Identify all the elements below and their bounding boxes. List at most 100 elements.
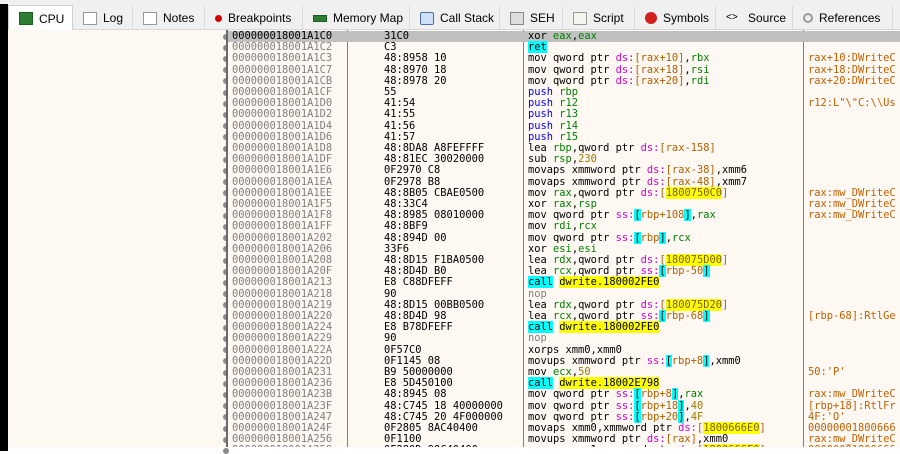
instruction-token: rdx: [553, 254, 572, 266]
instruction-token: esi: [578, 242, 597, 255]
instruction-token: xor: [528, 198, 554, 210]
tab-label: Log: [103, 11, 124, 25]
instruction-token: 40: [690, 399, 704, 412]
instruction-token: push: [528, 130, 560, 143]
breakpoint-dot-icon[interactable]: [223, 447, 229, 454]
comment-cell: rax:mw_DWriteC: [808, 187, 896, 199]
instruction-token: nop: [528, 287, 547, 300]
seh-chain-icon: [510, 11, 524, 25]
tab-breakpoints[interactable]: Breakpoints: [205, 6, 303, 30]
tab-symbols[interactable]: Symbols: [635, 6, 716, 30]
instruction-token: eax: [553, 30, 572, 42]
instruction-token: ,xmm6: [715, 164, 747, 177]
tab-label: Call Stack: [440, 11, 495, 25]
instruction-token: ,qword ptr: [571, 310, 641, 322]
instruction-token: ds:: [640, 142, 660, 154]
comment-cell: rax+18:DWriteC: [808, 64, 896, 76]
instruction-token: mov: [528, 186, 554, 199]
tab-cpu[interactable]: CPU: [8, 5, 73, 31]
instruction-token: ss:: [615, 399, 635, 412]
instruction-token: dwrite.180002FE0: [559, 276, 660, 289]
tab-references[interactable]: References: [793, 6, 893, 30]
notes-icon: [143, 11, 157, 25]
call-stack-icon: [420, 11, 434, 25]
instruction-token: lea: [528, 310, 554, 322]
instruction-token: [rax+18]: [634, 63, 685, 76]
instruction-token: movups xmmword ptr: [528, 354, 647, 367]
bytes-cell: 41:55: [384, 108, 416, 121]
memory-map-icon: [313, 14, 327, 22]
tab-label: CPU: [39, 11, 65, 26]
symbols-icon: [645, 12, 657, 24]
tab-seh[interactable]: SEH: [500, 6, 563, 30]
instruction-token: ]: [759, 422, 766, 434]
instruction-token: mov qword ptr: [528, 52, 616, 65]
comment-cell: rax:mw_DWriteC: [808, 434, 896, 446]
comment-cell: rax+20:DWriteC: [808, 75, 896, 87]
instruction-token: rsp: [578, 198, 597, 210]
tab-label: References: [819, 11, 881, 25]
instruction-token: xorps xmm0,xmm0: [528, 343, 622, 356]
comment-cell: rax:mw_DWriteC: [808, 210, 896, 222]
instruction-token: ds:: [646, 433, 666, 446]
instruction-token: xor: [528, 30, 554, 42]
instruction-token: r15: [559, 130, 579, 143]
tab-call-stack[interactable]: Call Stack: [410, 6, 500, 30]
instruction-token: movaps xmmword ptr: [528, 175, 647, 188]
instruction-token: mov qword ptr: [528, 209, 616, 222]
tab-label: Notes: [163, 11, 195, 25]
instruction-token: rbp: [640, 231, 660, 244]
address-cell: 000000018001A23B: [232, 388, 333, 401]
script-icon: [573, 11, 587, 25]
instruction-token: ss:: [615, 388, 635, 401]
instruction-token: rax: [696, 209, 716, 222]
instruction-token: ds:: [640, 254, 660, 266]
source-code-icon: <>: [726, 11, 738, 23]
instruction-token: movaps xmm0,xmmword ptr: [528, 422, 679, 434]
bytes-cell: 48:8945 08: [384, 388, 447, 401]
instruction-token: 180075D00: [665, 254, 722, 266]
instruction-token: ]: [722, 298, 729, 311]
instruction-row[interactable]: 000000018001A213 E8 C88DFEFF call dwrite.1…: [228, 276, 900, 289]
instruction-token: rcx: [578, 220, 597, 233]
tab-memory-map[interactable]: Memory Map: [303, 6, 410, 30]
tab-notes[interactable]: Notes: [133, 6, 205, 30]
instruction-token: push: [528, 119, 560, 132]
instruction-token: ds:: [615, 74, 635, 87]
instruction-token: movaps xmmword ptr: [528, 164, 647, 177]
comment-cell: 4F:'O': [808, 411, 846, 423]
instruction-token: ds:: [640, 298, 660, 311]
instruction-token: r14: [559, 119, 579, 132]
tab-script[interactable]: Script: [563, 6, 635, 30]
disassembly-view[interactable]: 000000018001A1C0 31C0 xor eax,eax 000000018…: [226, 30, 900, 447]
comment-cell: rax+10:DWriteC: [808, 53, 896, 65]
instruction-token: call: [528, 276, 554, 289]
instruction-token: push: [528, 97, 560, 110]
instruction-token: ss:: [646, 354, 666, 367]
instruction-token: rdi: [553, 220, 572, 233]
tab-bar: CPU Log Notes Breakpoints Memory Map Call Sta…: [0, 0, 900, 451]
instruction-token: call: [528, 377, 554, 390]
instruction-token: rbp-68: [665, 310, 704, 322]
address-cell: 000000018001A229: [232, 332, 333, 345]
tab-source[interactable]: <> Source: [716, 6, 793, 30]
instruction-token: [rax+20]: [634, 74, 685, 87]
bytes-cell: 48:8BF9: [384, 220, 428, 233]
tab-log[interactable]: Log: [73, 6, 133, 30]
instruction-token: ss:: [615, 410, 635, 423]
comment-cell: [rbp+18]:RtlFr: [808, 400, 896, 412]
instruction-token: mov qword ptr: [528, 231, 616, 244]
instruction-token: ds:: [646, 175, 666, 188]
instruction-token: mov: [528, 220, 554, 233]
instruction-token: dwrite.18002E798: [559, 377, 660, 390]
comment-cell: [rbp-68]:RtlGe: [808, 311, 896, 322]
instruction-token: rbp+8: [640, 388, 672, 401]
instruction-token: mov qword ptr: [528, 63, 616, 76]
instruction-token: ss:: [640, 265, 660, 278]
instruction-token: push: [528, 108, 560, 121]
instruction-token: ,qword ptr: [571, 254, 641, 266]
instruction-token: ss:: [615, 231, 635, 244]
address-cell: 000000018001A1D2: [232, 108, 333, 121]
instruction-token: movups xmmword ptr: [528, 433, 647, 446]
instruction-token: mov qword ptr: [528, 388, 616, 401]
